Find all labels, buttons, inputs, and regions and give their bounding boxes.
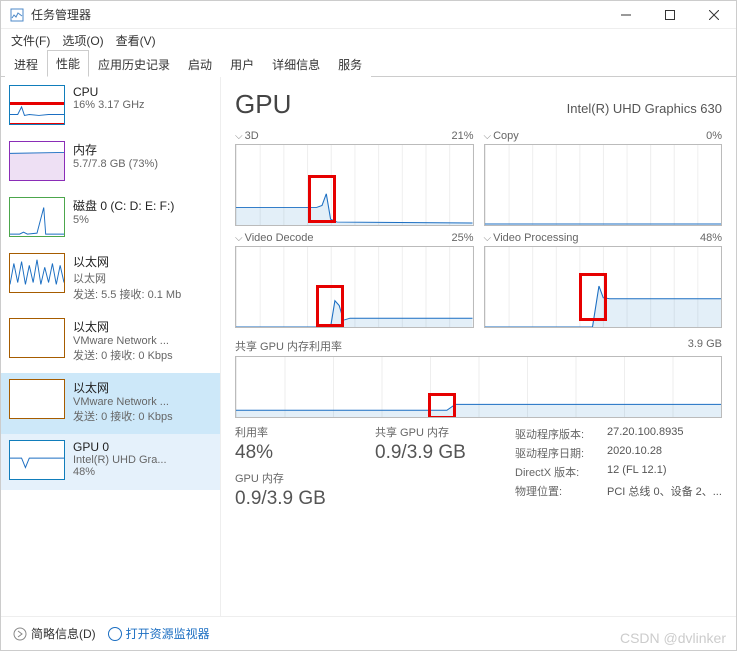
eth1-sub1: VMware Network ...: [73, 335, 212, 347]
bottom-bar: 简略信息(D) 打开资源监视器: [1, 616, 736, 650]
chevron-circle-icon: [13, 627, 27, 641]
disk-thumb: [9, 197, 65, 237]
tab-details[interactable]: 详细信息: [263, 51, 329, 77]
gpu-sub1: Intel(R) UHD Gra...: [73, 454, 212, 466]
main-panel: GPU Intel(R) UHD Graphics 630 3D 21%: [221, 77, 736, 616]
gpu-name: GPU 0: [73, 440, 212, 454]
eth2-sub2: 发送: 0 接收: 0 Kbps: [73, 408, 212, 424]
open-resmon-link[interactable]: 打开资源监视器: [108, 625, 210, 642]
cpu-name: CPU: [73, 85, 212, 99]
sidebar-item-disk[interactable]: 磁盘 0 (C: D: E: F:) 5%: [1, 191, 220, 247]
menu-bar: 文件(F) 选项(O) 查看(V): [1, 29, 736, 51]
util-label: 利用率: [235, 424, 345, 440]
tab-startup[interactable]: 启动: [179, 51, 221, 77]
sidebar-item-cpu[interactable]: CPU 16% 3.17 GHz: [1, 79, 220, 135]
shared-label: 共享 GPU 内存: [375, 424, 485, 440]
eth2-sub1: VMware Network ...: [73, 396, 212, 408]
app-icon: [9, 7, 25, 23]
gpumem-value: 0.9/3.9 GB: [235, 488, 345, 510]
shared-mem-max: 3.9 GB: [688, 338, 722, 354]
disk-name: 磁盘 0 (C: D: E: F:): [73, 197, 212, 214]
chart-copy: [484, 144, 723, 226]
cpu-sub: 16% 3.17 GHz: [73, 99, 212, 111]
title-bar: 任务管理器: [1, 1, 736, 29]
eth2-thumb: [9, 379, 65, 419]
gpumem-label: GPU 内存: [235, 470, 345, 486]
chart-shared-mem: [235, 356, 722, 418]
engine-vproc-label[interactable]: Video Processing: [484, 232, 579, 244]
engine-3d-label[interactable]: 3D: [235, 130, 259, 142]
sidebar-item-memory[interactable]: 内存 5.7/7.8 GB (73%): [1, 135, 220, 191]
eth2-name: 以太网: [73, 379, 212, 396]
window-title: 任务管理器: [31, 6, 91, 23]
eth1-thumb: [9, 318, 65, 358]
eth1-sub2: 发送: 0 接收: 0 Kbps: [73, 347, 212, 363]
close-button[interactable]: [692, 1, 736, 29]
tab-services[interactable]: 服务: [329, 51, 371, 77]
gpu-device-name: Intel(R) UHD Graphics 630: [567, 101, 722, 116]
shared-mem-label: 共享 GPU 内存利用率: [235, 338, 342, 354]
chart-vproc: [484, 246, 723, 328]
sidebar-item-eth0[interactable]: 以太网 以太网 发送: 5.5 接收: 0.1 Mb: [1, 247, 220, 312]
tab-bar: 进程 性能 应用历史记录 启动 用户 详细信息 服务: [1, 51, 736, 77]
engine-copy-label[interactable]: Copy: [484, 130, 519, 142]
sidebar-item-gpu[interactable]: GPU 0 Intel(R) UHD Gra... 48%: [1, 434, 220, 490]
tab-performance[interactable]: 性能: [47, 50, 89, 77]
engine-copy-pct: 0%: [706, 130, 722, 142]
menu-view[interactable]: 查看(V): [116, 32, 156, 49]
sidebar: CPU 16% 3.17 GHz 内存 5.7/7.8 GB (73%) 磁盘 …: [1, 77, 221, 616]
tab-processes[interactable]: 进程: [5, 51, 47, 77]
menu-options[interactable]: 选项(O): [62, 32, 103, 49]
cpu-thumb: [9, 85, 65, 125]
engine-vdec-label[interactable]: Video Decode: [235, 232, 314, 244]
eth0-sub2: 发送: 5.5 接收: 0.1 Mb: [73, 286, 212, 302]
tab-app-history[interactable]: 应用历史记录: [89, 51, 179, 77]
page-title: GPU: [235, 89, 291, 120]
chart-vdec: [235, 246, 474, 328]
resmon-icon: [108, 627, 122, 641]
memory-sub: 5.7/7.8 GB (73%): [73, 158, 212, 170]
fewer-details-button[interactable]: 简略信息(D): [13, 625, 96, 642]
engine-3d-pct: 21%: [451, 130, 473, 142]
util-value: 48%: [235, 442, 345, 464]
memory-name: 内存: [73, 141, 212, 158]
sidebar-item-eth2[interactable]: 以太网 VMware Network ... 发送: 0 接收: 0 Kbps: [1, 373, 220, 434]
chart-3d: [235, 144, 474, 226]
eth1-name: 以太网: [73, 318, 212, 335]
eth0-thumb: [9, 253, 65, 293]
memory-thumb: [9, 141, 65, 181]
minimize-button[interactable]: [604, 1, 648, 29]
eth0-name: 以太网: [73, 253, 212, 270]
menu-file[interactable]: 文件(F): [11, 32, 50, 49]
maximize-button[interactable]: [648, 1, 692, 29]
gpu-thumb: [9, 440, 65, 480]
gpu-details: 驱动程序版本:27.20.100.8935 驱动程序日期:2020.10.28 …: [515, 426, 722, 516]
sidebar-item-eth1[interactable]: 以太网 VMware Network ... 发送: 0 接收: 0 Kbps: [1, 312, 220, 373]
gpu-sub2: 48%: [73, 466, 212, 478]
engine-vdec-pct: 25%: [451, 232, 473, 244]
eth0-sub1: 以太网: [73, 270, 212, 286]
disk-sub: 5%: [73, 214, 212, 226]
tab-users[interactable]: 用户: [221, 51, 263, 77]
engine-vproc-pct: 48%: [700, 232, 722, 244]
shared-value: 0.9/3.9 GB: [375, 442, 485, 464]
